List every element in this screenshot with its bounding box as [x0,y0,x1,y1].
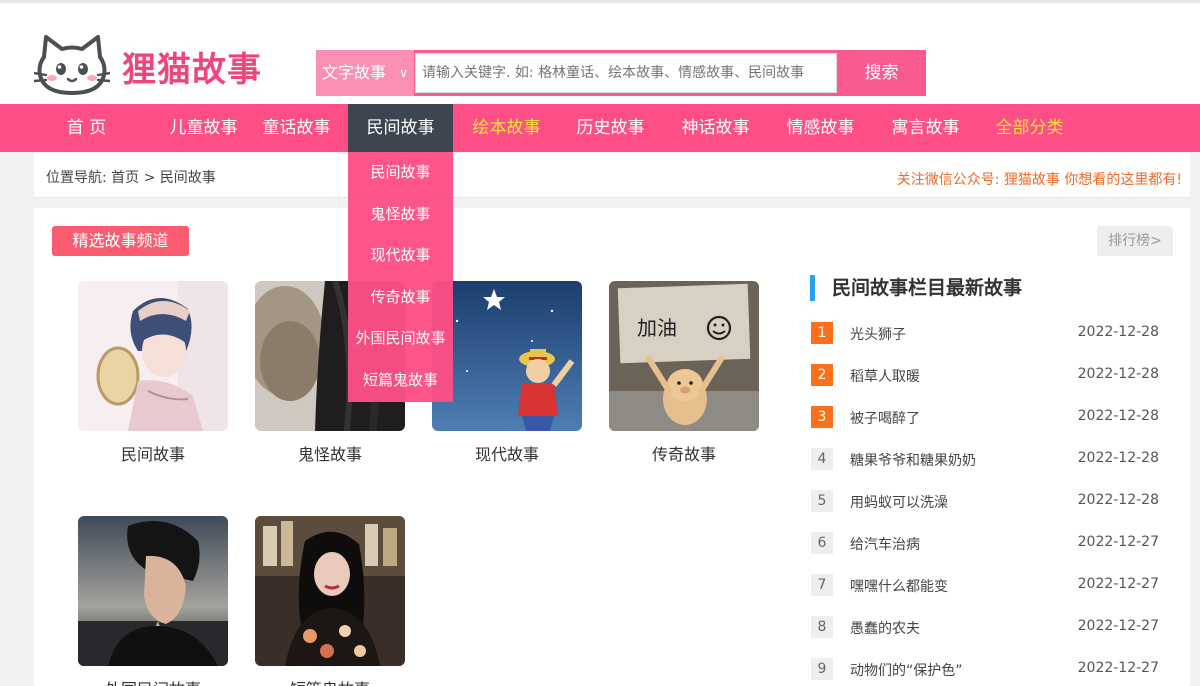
chevron-down-icon: ∨ [399,66,408,80]
search-input[interactable] [415,53,837,93]
folk-stories-dropdown: 民间故事 鬼怪故事 现代故事 传奇故事 外国民间故事 短篇鬼故事 [348,152,453,402]
card-label: 民间故事 [120,445,185,464]
main-nav: 首 页 儿童故事 童话故事 民间故事 绘本故事 历史故事 神话故事 情感故事 寓… [0,104,1200,152]
card-label: 现代故事 [474,445,539,464]
dropdown-item-short-ghost[interactable]: 短篇鬼故事 [348,360,453,402]
news-title-link[interactable]: 被子喝醉了 [850,408,920,428]
nav-item-all-categories[interactable]: 全部分类 [983,104,1076,152]
news-date: 2022-12-27 [1077,660,1159,676]
rank-badge: 2 [811,364,833,386]
thumbnail-short-ghost-image [255,516,405,666]
news-title-link[interactable]: 稻草人取暖 [850,366,920,386]
header: 狸猫故事 文字故事 ∨ 搜索 [0,3,1200,104]
dropdown-item-foreign-folk[interactable]: 外国民间故事 [348,318,453,360]
news-title-link[interactable]: 动物们的“保护色” [850,660,963,680]
rank-badge: 4 [811,448,833,470]
news-row[interactable]: 9 动物们的“保护色” 2022-12-27 [811,658,1159,682]
news-row[interactable]: 2 稻草人取暖 2022-12-28 [811,364,1159,388]
channel-card-short-ghost[interactable]: 短篇鬼故事 [255,516,405,686]
news-title-link[interactable]: 愚蠢的农夫 [850,618,920,638]
rank-badge: 9 [811,658,833,680]
nav-item-folk-stories[interactable]: 民间故事 [348,104,453,152]
dropdown-item-ghost[interactable]: 鬼怪故事 [348,194,453,236]
breadcrumb-separator: > [143,170,156,186]
news-row[interactable]: 1 光头狮子 2022-12-28 [811,322,1159,346]
thumbnail-foreign-folk-image [78,516,228,666]
news-title-link[interactable]: 用蚂蚁可以洗澡 [850,492,948,512]
channel-card-foreign-folk[interactable]: 外国民间故事 [78,516,228,686]
site-name: 狸猫故事 [122,49,262,90]
news-title-link[interactable]: 给汽车治病 [850,534,920,554]
news-date: 2022-12-28 [1077,450,1159,466]
news-date: 2022-12-28 [1077,366,1159,382]
card-label: 外国民间故事 [78,676,228,686]
dropdown-item-modern[interactable]: 现代故事 [348,235,453,277]
card-label: 鬼怪故事 [297,445,362,464]
cat-logo-icon [34,35,110,95]
card-label: 短篇鬼故事 [255,676,405,686]
news-title-link[interactable]: 糖果爷爷和糖果奶奶 [850,450,976,470]
news-row[interactable]: 3 被子喝醉了 2022-12-28 [811,406,1159,430]
rank-badge: 8 [811,616,833,638]
rank-badge: 7 [811,574,833,596]
search-button[interactable]: 搜索 [837,50,926,96]
wechat-notice[interactable]: 关注微信公众号: 狸猫故事 你想看的这里都有! [897,169,1182,189]
news-date: 2022-12-28 [1077,492,1159,508]
nav-item-picture-books[interactable]: 绘本故事 [460,104,553,152]
news-date: 2022-12-28 [1077,408,1159,424]
news-date: 2022-12-28 [1077,324,1159,340]
breadcrumb-bar: 位置导航: 首页 > 民间故事 关注微信公众号: 狸猫故事 你想看的这里都有! [34,153,1190,198]
breadcrumb: 位置导航: 首页 > 民间故事 [46,167,216,187]
news-date: 2022-12-27 [1077,534,1159,550]
nav-item-emotion-stories[interactable]: 情感故事 [774,104,867,152]
channel-card-folk[interactable]: 民间故事 [78,281,228,465]
card-label: 传奇故事 [651,445,716,464]
breadcrumb-prefix: 位置导航: [46,170,107,186]
search-type-label: 文字故事 [322,63,387,82]
news-date: 2022-12-27 [1077,618,1159,634]
ranking-button[interactable]: 排行榜> [1097,226,1173,256]
breadcrumb-home-link[interactable]: 首页 [111,170,139,186]
news-title-link[interactable]: 嘿嘿什么都能变 [850,576,948,596]
channel-card-legend[interactable]: 加油 传奇故事 [609,281,759,465]
nav-item-fable-stories[interactable]: 寓言故事 [879,104,972,152]
main-content: 精选故事频道 排行榜> 民间故事 鬼怪故事 现代故事 加油 传奇故事 民间故事栏… [34,208,1190,686]
channel-card-modern[interactable]: 现代故事 [432,281,582,465]
dropdown-item-legend[interactable]: 传奇故事 [348,277,453,319]
news-row[interactable]: 8 愚蠢的农夫 2022-12-27 [811,616,1159,640]
search-type-select[interactable]: 文字故事 ∨ [316,50,414,96]
site-logo[interactable]: 狸猫故事 [34,35,262,97]
nav-item-history-stories[interactable]: 历史故事 [564,104,657,152]
news-row[interactable]: 6 给汽车治病 2022-12-27 [811,532,1159,556]
rank-badge: 6 [811,532,833,554]
featured-channels-badge: 精选故事频道 [52,226,189,256]
news-row[interactable]: 4 糖果爷爷和糖果奶奶 2022-12-28 [811,448,1159,472]
news-row[interactable]: 7 嘿嘿什么都能变 2022-12-27 [811,574,1159,598]
news-row[interactable]: 5 用蚂蚁可以洗澡 2022-12-28 [811,490,1159,514]
nav-item-home[interactable]: 首 页 [40,104,133,152]
nav-item-fairy-tales[interactable]: 童话故事 [250,104,343,152]
rank-badge: 1 [811,322,833,344]
news-title-link[interactable]: 光头狮子 [850,324,906,344]
dropdown-item-folk[interactable]: 民间故事 [348,152,453,194]
rank-badge: 3 [811,406,833,428]
rank-badge: 5 [811,490,833,512]
thumbnail-folk-image [78,281,228,431]
sign-text: 加油 [637,316,677,340]
search-bar: 文字故事 ∨ 搜索 [316,50,926,96]
latest-stories-title: 民间故事栏目最新故事 [810,275,1022,301]
nav-item-myth-stories[interactable]: 神话故事 [669,104,762,152]
news-date: 2022-12-27 [1077,576,1159,592]
thumbnail-modern-image [432,281,582,431]
breadcrumb-current[interactable]: 民间故事 [160,170,216,186]
nav-item-children-stories[interactable]: 儿童故事 [145,104,262,152]
thumbnail-legend-image: 加油 [609,281,759,431]
